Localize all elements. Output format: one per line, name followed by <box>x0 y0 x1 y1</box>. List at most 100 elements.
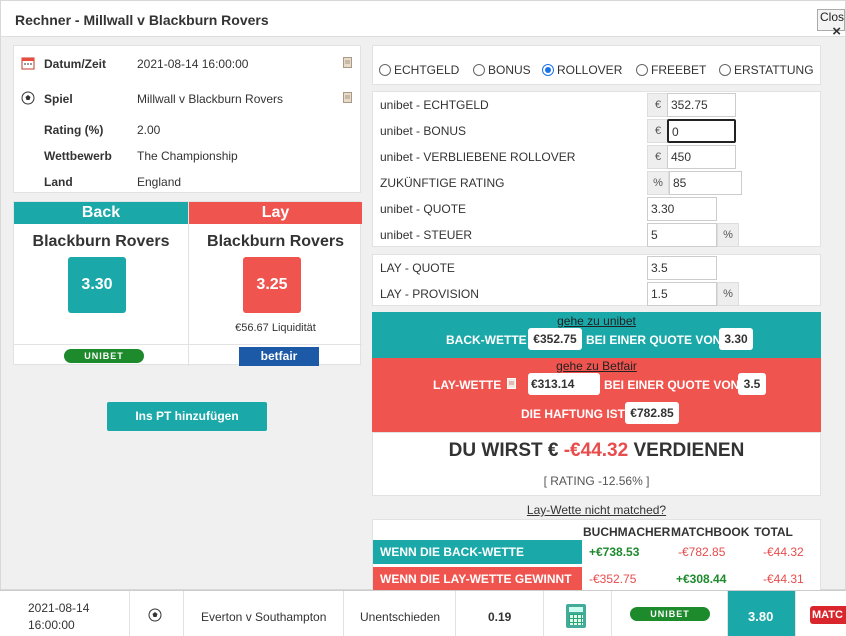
table-cell: -€44.31 <box>763 572 804 586</box>
future-rating-input[interactable]: 85 <box>669 171 742 195</box>
radio-icon[interactable] <box>379 64 391 76</box>
copy-icon[interactable] <box>343 92 352 106</box>
info-value: Millwall v Blackburn Rovers <box>137 92 284 106</box>
mode-echtgeld[interactable]: ECHTGELD <box>379 63 459 77</box>
result-prefix: DU WIRST € <box>448 440 559 461</box>
cell-match: Everton v Southampton <box>184 591 344 636</box>
row-tax: unibet - STEUER 5 % <box>373 222 820 248</box>
euro-addon: € <box>647 119 669 143</box>
info-row-rating: Rating (%) 2.00 <box>14 120 360 140</box>
row-back-wins: WENN DIE BACK-WETTE GEWINNT <box>373 540 582 583</box>
lay-stake-input[interactable]: €313.14 <box>528 373 600 395</box>
at-odds-label: BEI EINER QUOTE VON <box>586 333 722 347</box>
field-label: unibet - BONUS <box>380 124 467 138</box>
result-suffix: VERDIENEN <box>633 440 745 461</box>
exchange-form: LAY - QUOTE 3.5 LAY - PROVISION 1.5 % <box>372 254 821 306</box>
mode-rollover[interactable]: ROLLOVER <box>542 63 622 77</box>
mode-selector: ECHTGELD BONUS ROLLOVER FREEBET ERSTATTU… <box>372 45 821 85</box>
lay-not-matched-link[interactable]: Lay-Wette nicht matched? <box>372 503 821 517</box>
euro-addon: € <box>647 93 669 117</box>
cell-bookmaker: UNIBET <box>612 591 728 636</box>
radio-icon[interactable] <box>636 64 648 76</box>
table-cell: -€782.85 <box>678 545 726 559</box>
col-header-matchbook: MATCHBOOK <box>671 525 750 539</box>
rollover-input[interactable]: 450 <box>667 145 736 169</box>
lay-commission-input[interactable]: 1.5 <box>647 282 717 306</box>
lay-column: Lay Blackburn Rovers 3.25 €56.67 Liquidi… <box>188 202 362 366</box>
at-odds-label: BEI EINER QUOTE VON <box>604 378 740 392</box>
goto-unibet-link[interactable]: gehe zu unibet <box>372 314 821 328</box>
modal-header: Rechner - Millwall v Blackburn Rovers Cl… <box>1 1 845 40</box>
info-label: Spiel <box>44 92 73 106</box>
liability-value: €782.85 <box>625 402 679 424</box>
cell-calculator[interactable] <box>544 591 612 636</box>
liability-label: DIE HAFTUNG IST <box>521 407 625 421</box>
back-odds[interactable]: 3.30 <box>68 257 126 313</box>
table-cell: -€44.32 <box>763 545 804 559</box>
info-label: Datum/Zeit <box>44 57 107 71</box>
mode-label: ROLLOVER <box>557 63 623 77</box>
back-team: Blackburn Rovers <box>32 233 170 250</box>
back-header: Back <box>14 202 188 224</box>
field-label: LAY - QUOTE <box>380 261 455 275</box>
radio-icon[interactable] <box>719 64 731 76</box>
percent-addon: % <box>717 282 739 306</box>
row-odds: 3.80 <box>748 609 774 624</box>
mode-erstattung[interactable]: ERSTATTUNG <box>719 63 814 77</box>
back-odds-pill: 3.30 <box>719 328 753 350</box>
add-to-pt-button[interactable]: Ins PT hinzufügen <box>107 402 267 431</box>
row-selection: Unentschieden <box>360 610 441 624</box>
real-money-input[interactable]: 352.75 <box>667 93 736 117</box>
unibet-logo[interactable]: UNIBET <box>64 349 144 363</box>
lay-quote-input[interactable]: 3.5 <box>647 256 717 280</box>
soccer-ball-icon <box>148 608 162 625</box>
mode-freebet[interactable]: FREEBET <box>636 63 706 77</box>
cell-selection: Unentschieden <box>344 591 456 636</box>
mode-bonus[interactable]: BONUS <box>473 63 531 77</box>
lay-team: Blackburn Rovers <box>207 233 344 250</box>
calculator-icon[interactable] <box>566 604 586 628</box>
info-value: The Championship <box>137 149 238 163</box>
row-time: 16:00:00 <box>28 618 75 632</box>
back-footer: UNIBET <box>14 344 188 366</box>
info-value: 2.00 <box>137 123 161 137</box>
tax-input[interactable]: 5 <box>647 223 717 247</box>
match-list-row[interactable]: 2021-08-14 16:00:00 Everton v Southampto… <box>0 590 846 636</box>
cell-exchange: MATC <box>796 591 846 636</box>
mode-label: ECHTGELD <box>394 63 460 77</box>
lay-bet-panel: gehe zu Betfair LAY-WETTE €313.14 BEI EI… <box>372 358 821 432</box>
cell-odds[interactable]: 3.80 <box>728 591 796 636</box>
row-bonus: unibet - BONUS € 0 <box>373 118 820 144</box>
table-cell: -€352.75 <box>589 572 637 586</box>
radio-checked-icon[interactable] <box>542 64 554 76</box>
back-bet-label: BACK-WETTE <box>446 333 527 347</box>
row-real-money: unibet - ECHTGELD € 352.75 <box>373 92 820 118</box>
row-rollover: unibet - VERBLIEBENE ROLLOVER € 450 <box>373 144 820 170</box>
copy-icon[interactable] <box>507 377 517 392</box>
bookmaker-form: unibet - ECHTGELD € 352.75 unibet - BONU… <box>372 91 821 247</box>
close-icon[interactable]: × <box>832 23 841 40</box>
field-label: unibet - ECHTGELD <box>380 98 489 112</box>
bonus-input[interactable]: 0 <box>667 119 736 143</box>
mode-label: ERSTATTUNG <box>734 63 814 77</box>
radio-icon[interactable] <box>473 64 485 76</box>
table-cell: +€738.53 <box>589 545 640 559</box>
cell-rating: 0.19 <box>456 591 544 636</box>
matchbook-logo[interactable]: MATC <box>810 606 846 624</box>
profit-result: DU WIRST € -€44.32 VERDIENEN <box>373 440 820 462</box>
euro-addon: € <box>647 145 669 169</box>
goto-betfair-link[interactable]: gehe zu Betfair <box>372 359 821 373</box>
info-label: Wettbewerb <box>44 149 112 163</box>
info-label: Rating (%) <box>44 123 104 137</box>
lay-odds[interactable]: 3.25 <box>243 257 301 313</box>
liquidity-text: €56.67 Liquidität <box>235 322 316 334</box>
copy-icon[interactable] <box>343 57 352 71</box>
quote-input[interactable]: 3.30 <box>647 197 717 221</box>
back-column: Back Blackburn Rovers 3.30 UNIBET <box>14 202 188 366</box>
outcome-table: BUCHMACHER MATCHBOOK TOTAL WENN DIE BACK… <box>372 519 821 591</box>
cell-sport <box>130 591 184 636</box>
info-value: England <box>137 175 182 189</box>
unibet-logo[interactable]: UNIBET <box>630 607 710 621</box>
info-label: Land <box>44 175 73 189</box>
betfair-logo[interactable]: betfair <box>239 347 319 366</box>
